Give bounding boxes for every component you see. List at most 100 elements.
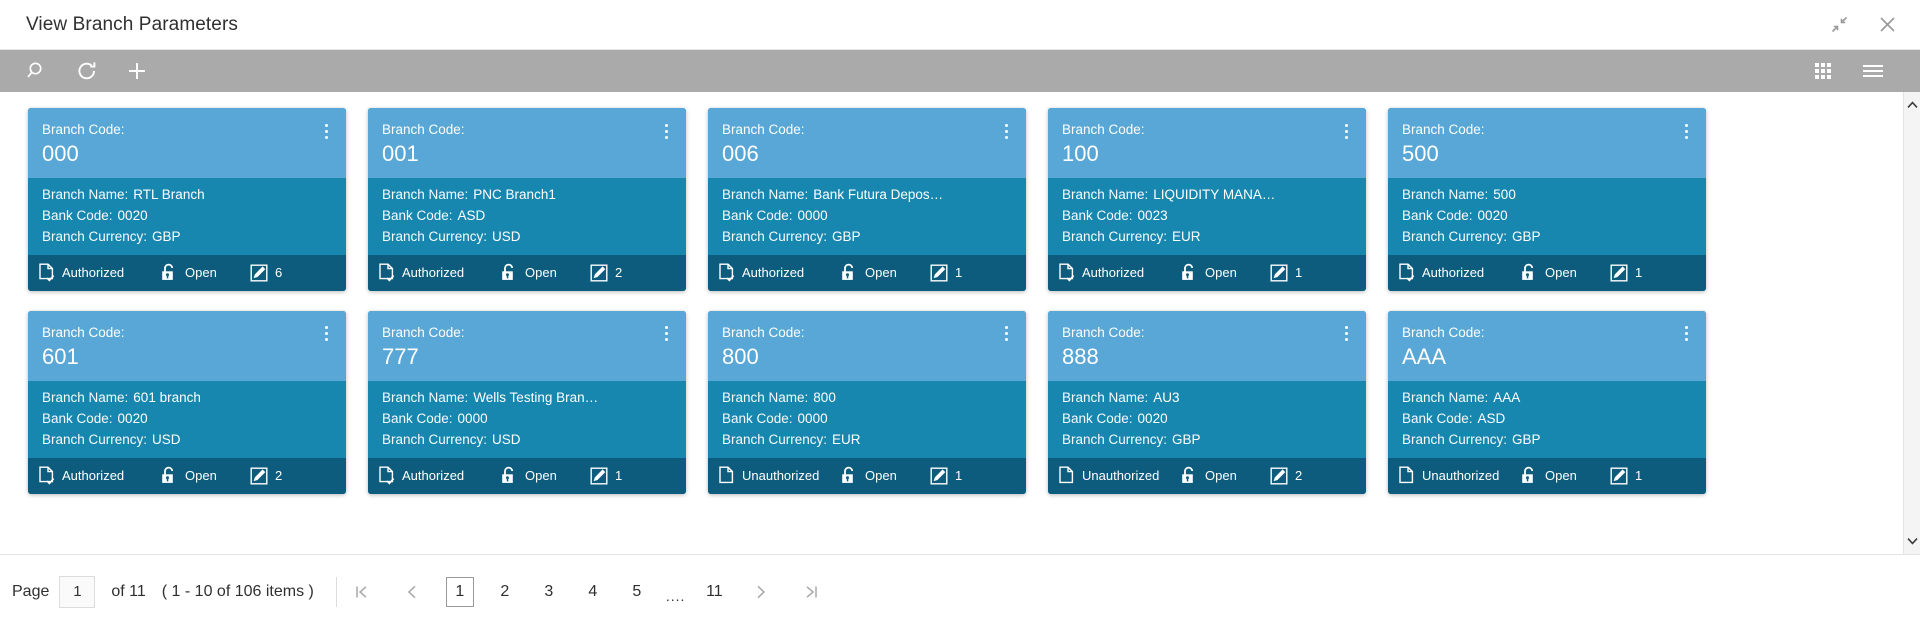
add-icon[interactable] [112,50,162,92]
bank-code-label: Bank Code: [1062,207,1133,223]
modification-count[interactable]: 1 [930,264,962,282]
prev-page-icon[interactable] [398,577,426,607]
record-state-badge[interactable]: Open [1180,263,1266,282]
branch-code-label: Branch Code: [1402,324,1485,340]
status-badge[interactable]: Authorized [718,263,836,282]
card-menu-icon[interactable] [1678,323,1694,345]
branch-card[interactable]: Branch Code: 000 Branch Name: RTL Branch Ban… [28,108,346,291]
branch-card[interactable]: Branch Code: 006 Branch Name: Bank Futura D… [708,108,1026,291]
status-badge[interactable]: Authorized [38,466,156,485]
page-number-button[interactable]: 3 [536,577,562,607]
modification-count[interactable]: 1 [1610,467,1642,485]
status-badge[interactable]: Authorized [1058,263,1176,282]
close-icon[interactable] [1876,14,1898,36]
card-body: Branch Name: Bank Futura Depos… Bank Code:… [708,178,1026,255]
branch-card[interactable]: Branch Code: 100 Branch Name: LIQUIDITY MAN… [1048,108,1366,291]
grid-view-icon[interactable] [1798,50,1848,92]
card-menu-icon[interactable] [998,120,1014,142]
record-state-badge[interactable]: Open [500,466,586,485]
bank-code-value: 0000 [457,410,488,426]
modification-count[interactable]: 1 [590,467,622,485]
modification-count[interactable]: 2 [1270,467,1302,485]
status-badge[interactable]: Authorized [378,263,496,282]
record-state-badge[interactable]: Open [1180,466,1266,485]
first-page-icon[interactable] [348,577,376,607]
modification-count[interactable]: 6 [250,264,282,282]
card-menu-icon[interactable] [1338,323,1354,345]
modification-count[interactable]: 1 [930,467,962,485]
modification-count-label: 1 [955,468,963,483]
branch-name-label: Branch Name: [1062,186,1149,202]
card-menu-icon[interactable] [1338,120,1354,142]
record-state-badge[interactable]: Open [840,263,926,282]
status-badge[interactable]: Unauthorized [718,466,836,485]
branch-currency-row: Branch Currency: GBP [42,229,332,244]
record-state-badge[interactable]: Open [840,466,926,485]
last-page-icon[interactable] [797,577,825,607]
refresh-icon[interactable] [62,50,112,92]
branch-name-value: AU3 [1153,389,1180,405]
modification-count-label: 1 [955,265,963,281]
card-menu-icon[interactable] [658,323,674,345]
branch-card[interactable]: Branch Code: AAA Branch Name: AAA Bank Code:… [1388,310,1706,494]
card-header: Branch Code: AAA [1388,310,1706,381]
card-menu-icon[interactable] [658,120,674,142]
record-state-badge[interactable]: Open [160,466,246,485]
branch-card[interactable]: Branch Code: 500 Branch Name: 500 Bank Code:… [1388,108,1706,291]
menu-icon[interactable] [1848,50,1898,92]
page-number-button[interactable]: 1 [445,576,474,607]
card-header: Branch Code: 601 [28,310,346,381]
toolbar-right-group [1798,50,1898,92]
branch-currency-row: Branch Currency: GBP [722,229,1012,244]
branch-name-label: Branch Name: [1402,186,1489,202]
pagination-bar: Page of 11 ( 1 - 10 of 106 items ) 12345… [0,554,1920,628]
record-state-badge[interactable]: Open [1520,466,1606,485]
scroll-down-icon[interactable] [1906,528,1918,554]
card-body: Branch Name: Wells Testing Bran… Bank Code… [368,381,686,458]
page-number-input[interactable] [59,575,96,608]
record-state-badge[interactable]: Open [500,263,586,282]
card-menu-icon[interactable] [1678,120,1694,142]
page-number-button[interactable]: 2 [492,577,518,607]
branch-name-row: Branch Name: 601 branch [42,390,332,405]
page-number-button-last[interactable]: 11 [701,577,727,607]
status-badge[interactable]: Authorized [38,263,156,282]
status-badge[interactable]: Authorized [1398,263,1516,282]
collapse-icon[interactable] [1828,14,1850,36]
next-page-icon[interactable] [747,577,775,607]
modification-count[interactable]: 1 [1270,264,1302,282]
pagination-controls: 1 2 3 4 5.... 11 [337,576,837,607]
branch-currency-value: GBP [832,228,861,244]
branch-name-row: Branch Name: AU3 [1062,390,1352,405]
branch-currency-value: EUR [1172,228,1201,244]
branch-card[interactable]: Branch Code: 601 Branch Name: 601 branch Ban… [28,310,346,494]
scroll-up-icon[interactable] [1906,92,1918,118]
branch-name-label: Branch Name: [722,186,809,202]
page-number-button[interactable]: 5 [624,577,650,607]
page-number-button[interactable]: 4 [580,577,606,607]
card-menu-icon[interactable] [318,323,334,345]
card-menu-icon[interactable] [318,120,334,142]
record-state-badge[interactable]: Open [160,263,246,282]
status-badge[interactable]: Unauthorized [1058,466,1176,485]
unlock-icon [500,466,518,485]
modification-count[interactable]: 2 [590,264,622,282]
card-menu-icon[interactable] [998,323,1014,345]
branch-card[interactable]: Branch Code: 888 Branch Name: AU3 Bank Code:… [1048,310,1366,494]
branch-card[interactable]: Branch Code: 001 Branch Name: PNC Branch1 Ba… [368,108,686,291]
modification-count[interactable]: 1 [1610,264,1642,282]
bank-code-row: Bank Code: 0000 [382,411,672,426]
edit-icon [1270,467,1288,485]
branch-name-label: Branch Name: [42,186,129,202]
search-icon[interactable] [12,50,62,92]
bank-code-row: Bank Code: 0000 [722,411,1012,426]
record-state-badge[interactable]: Open [1520,263,1606,282]
modification-count[interactable]: 2 [250,467,282,485]
edit-icon [930,467,948,485]
status-badge[interactable]: Authorized [378,466,496,485]
bank-code-label: Bank Code: [382,207,453,223]
vertical-scrollbar[interactable] [1903,92,1920,554]
status-badge[interactable]: Unauthorized [1398,466,1516,485]
branch-card[interactable]: Branch Code: 777 Branch Name: Wells Testing… [368,310,686,494]
branch-card[interactable]: Branch Code: 800 Branch Name: 800 Bank Code:… [708,310,1026,494]
